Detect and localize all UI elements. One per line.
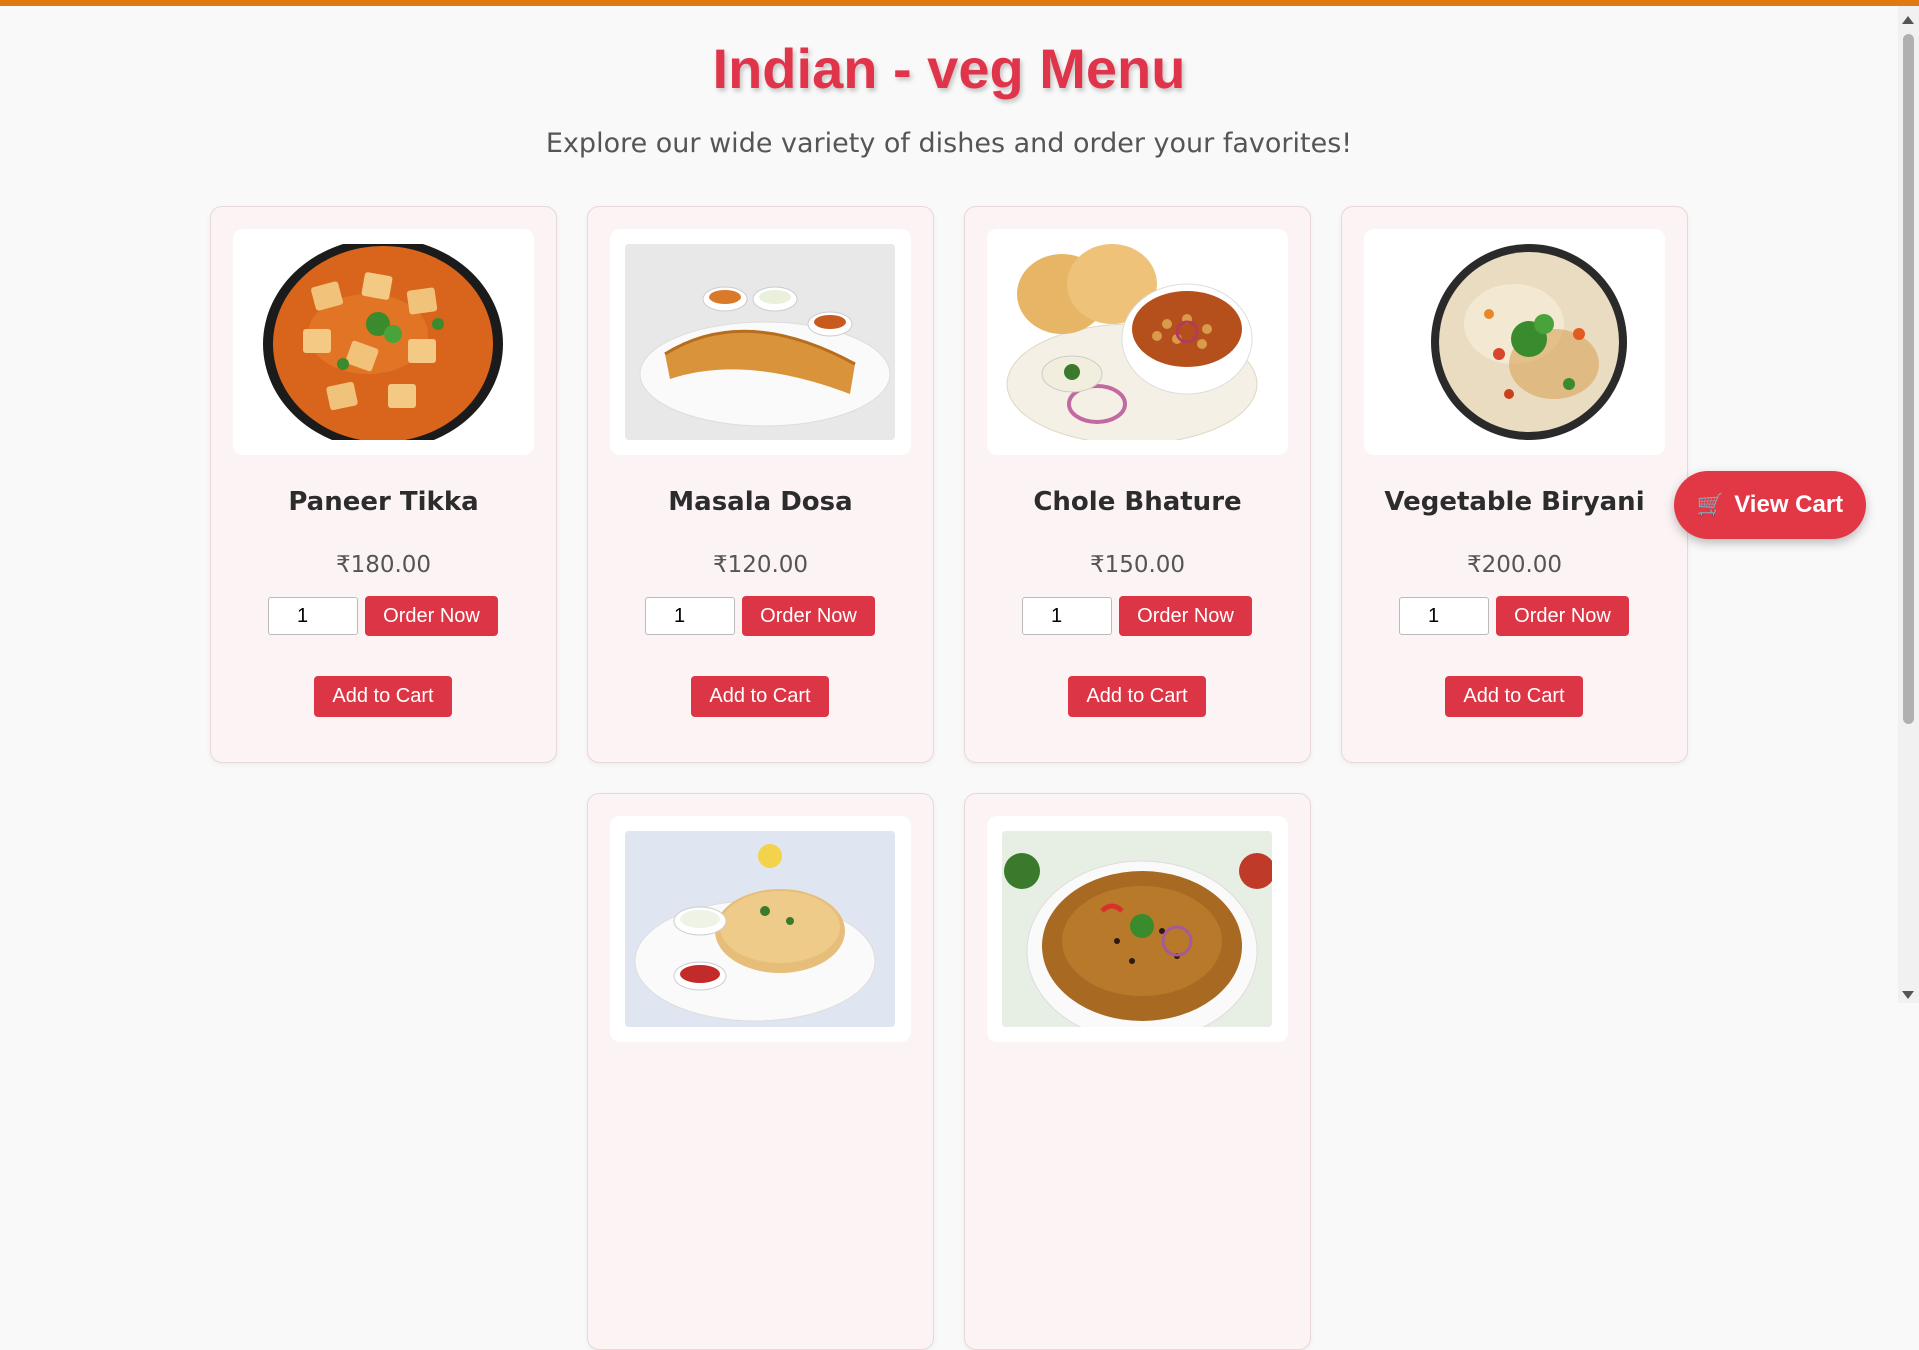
quantity-input[interactable] — [268, 597, 358, 635]
item-name: Paneer Tikka — [288, 487, 479, 517]
paneer-tikka-image — [248, 244, 518, 440]
menu-card-vegetable-biryani: Vegetable Biryani ₹200.00 Order Now Add … — [1341, 206, 1688, 763]
add-to-cart-button[interactable]: Add to Cart — [1445, 676, 1583, 717]
order-now-button[interactable]: Order Now — [1119, 596, 1252, 636]
menu-card-paratha — [587, 793, 934, 1350]
image-frame — [987, 229, 1288, 455]
item-name: Chole Bhature — [1033, 487, 1242, 517]
item-price: ₹120.00 — [712, 552, 809, 578]
paratha-image — [625, 831, 895, 1027]
add-to-cart-button[interactable]: Add to Cart — [314, 676, 452, 717]
menu-card-masala-dosa: Masala Dosa ₹120.00 Order Now Add to Car… — [587, 206, 934, 763]
vegetable-biryani-image — [1379, 244, 1649, 440]
menu-card-paneer-tikka: Paneer Tikka ₹180.00 Order Now Add to Ca… — [210, 206, 557, 763]
item-price: ₹180.00 — [335, 552, 432, 578]
vertical-scrollbar[interactable] — [1898, 6, 1919, 1003]
view-cart-button[interactable]: 🛒 View Cart — [1674, 471, 1866, 539]
scroll-thumb[interactable] — [1903, 34, 1914, 724]
image-frame — [987, 816, 1288, 1042]
view-cart-label: View Cart — [1734, 491, 1844, 518]
chole-bhature-image — [1002, 244, 1272, 440]
item-name: Vegetable Biryani — [1384, 487, 1645, 517]
shopping-cart-icon: 🛒 — [1696, 492, 1725, 517]
item-price: ₹150.00 — [1089, 552, 1186, 578]
image-frame — [233, 229, 534, 455]
page-subtitle: Explore our wide variety of dishes and o… — [545, 128, 1353, 159]
item-name: Masala Dosa — [668, 487, 853, 517]
quantity-input[interactable] — [645, 597, 735, 635]
dal-makhani-image — [1002, 831, 1272, 1027]
scroll-down-arrow-icon[interactable] — [1902, 991, 1914, 999]
quantity-input[interactable] — [1022, 597, 1112, 635]
order-now-button[interactable]: Order Now — [742, 596, 875, 636]
image-frame — [610, 816, 911, 1042]
quantity-input[interactable] — [1399, 597, 1489, 635]
add-to-cart-button[interactable]: Add to Cart — [691, 676, 829, 717]
page-title: Indian - veg Menu — [712, 37, 1186, 100]
order-now-button[interactable]: Order Now — [365, 596, 498, 636]
item-price: ₹200.00 — [1466, 552, 1563, 578]
scroll-up-arrow-icon[interactable] — [1902, 16, 1914, 24]
masala-dosa-image — [625, 244, 895, 440]
order-now-button[interactable]: Order Now — [1496, 596, 1629, 636]
menu-page: Indian - veg Menu Explore our wide varie… — [0, 0, 1898, 1350]
image-frame — [1364, 229, 1665, 455]
menu-card-chole-bhature: Chole Bhature ₹150.00 Order Now Add to C… — [964, 206, 1311, 763]
image-frame — [610, 229, 911, 455]
menu-card-dal-makhani — [964, 793, 1311, 1350]
add-to-cart-button[interactable]: Add to Cart — [1068, 676, 1206, 717]
